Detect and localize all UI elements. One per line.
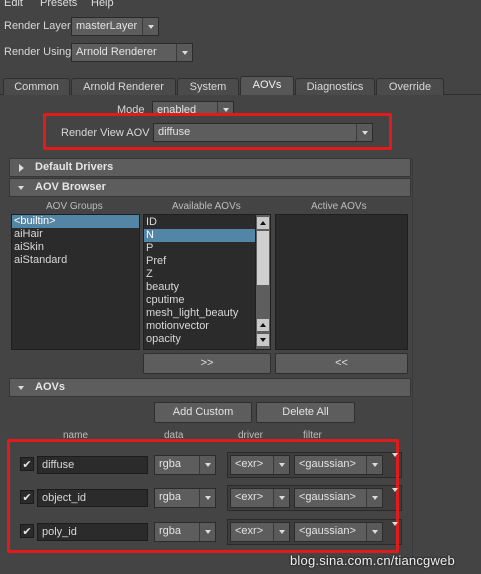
render-layer-dropdown[interactable]: masterLayer <box>71 17 159 36</box>
active-aovs-header: Active AOVs <box>311 201 367 212</box>
active-aovs-list[interactable] <box>275 214 408 350</box>
chevron-down-icon <box>176 44 192 61</box>
collapse-arrow-icon <box>18 386 24 390</box>
row-menu-icon[interactable] <box>392 522 398 526</box>
list-item[interactable]: ID <box>144 216 256 229</box>
list-item[interactable]: aiSkin <box>12 241 139 254</box>
section-title: AOVs <box>35 381 65 393</box>
render-using-label: Render Using <box>4 46 72 58</box>
tab-common[interactable]: Common <box>3 78 70 95</box>
expand-arrow-icon <box>19 164 24 172</box>
render-using-value: Arnold Renderer <box>76 46 157 58</box>
render-layer-value: masterLayer <box>76 20 138 32</box>
list-item[interactable]: <builtin> <box>12 215 139 228</box>
list-item[interactable]: aiStandard <box>12 254 139 267</box>
tab-diagnostics[interactable]: Diagnostics <box>295 78 375 95</box>
section-title: AOV Browser <box>35 181 106 193</box>
menu-edit[interactable]: Edit <box>4 0 23 9</box>
section-aov-browser[interactable]: AOV Browser <box>9 178 411 197</box>
section-default-drivers[interactable]: Default Drivers <box>9 158 411 177</box>
menu-help[interactable]: Help <box>91 0 114 9</box>
aov-groups-header: AOV Groups <box>46 201 103 212</box>
add-custom-button[interactable]: Add Custom <box>154 402 252 423</box>
vertical-scrollbar[interactable] <box>255 215 270 349</box>
scroll-up-icon[interactable] <box>257 319 269 331</box>
available-aovs-list[interactable]: ID N P Pref Z beauty cputime mesh_light_… <box>143 214 271 350</box>
list-item[interactable]: beauty <box>144 281 256 294</box>
available-aovs-header: Available AOVs <box>172 201 241 212</box>
render-layer-label: Render Layer <box>4 20 71 32</box>
add-aov-button[interactable]: >> <box>143 353 271 374</box>
aov-groups-list[interactable]: <builtin> aiHair aiSkin aiStandard <box>11 214 140 350</box>
list-item[interactable]: motionvector <box>144 320 256 333</box>
highlight-frame <box>7 439 399 553</box>
collapse-arrow-icon <box>18 186 24 190</box>
section-aovs[interactable]: AOVs <box>9 378 411 397</box>
remove-aov-button[interactable]: << <box>275 353 408 374</box>
list-item[interactable]: Pref <box>144 255 256 268</box>
highlight-frame <box>43 113 392 150</box>
scroll-up-icon[interactable] <box>257 217 269 229</box>
render-using-dropdown[interactable]: Arnold Renderer <box>71 43 193 62</box>
panel-divider <box>412 158 413 558</box>
list-item[interactable]: cputime <box>144 294 256 307</box>
scroll-down-icon[interactable] <box>257 334 269 346</box>
watermark-text: blog.sina.com.cn/tiancgweb <box>290 553 455 568</box>
list-item[interactable]: N <box>144 229 256 242</box>
section-title: Default Drivers <box>35 161 114 173</box>
list-item[interactable]: aiHair <box>12 228 139 241</box>
tab-aovs[interactable]: AOVs <box>240 76 294 95</box>
tab-system[interactable]: System <box>177 78 239 95</box>
chevron-down-icon <box>142 18 158 35</box>
row-menu-icon[interactable] <box>392 453 398 457</box>
menu-presets[interactable]: Presets <box>40 0 77 9</box>
tab-arnold-renderer[interactable]: Arnold Renderer <box>71 78 176 95</box>
scroll-thumb[interactable] <box>257 231 269 285</box>
list-item[interactable]: opacity <box>144 333 256 346</box>
list-item[interactable]: P <box>144 242 256 255</box>
delete-all-button[interactable]: Delete All <box>256 402 355 423</box>
list-item[interactable]: Z <box>144 268 256 281</box>
tab-override[interactable]: Override <box>376 78 444 95</box>
list-item[interactable]: mesh_light_beauty <box>144 307 256 320</box>
row-menu-icon[interactable] <box>392 488 398 492</box>
menu-bar: Edit Presets Help <box>0 0 481 10</box>
